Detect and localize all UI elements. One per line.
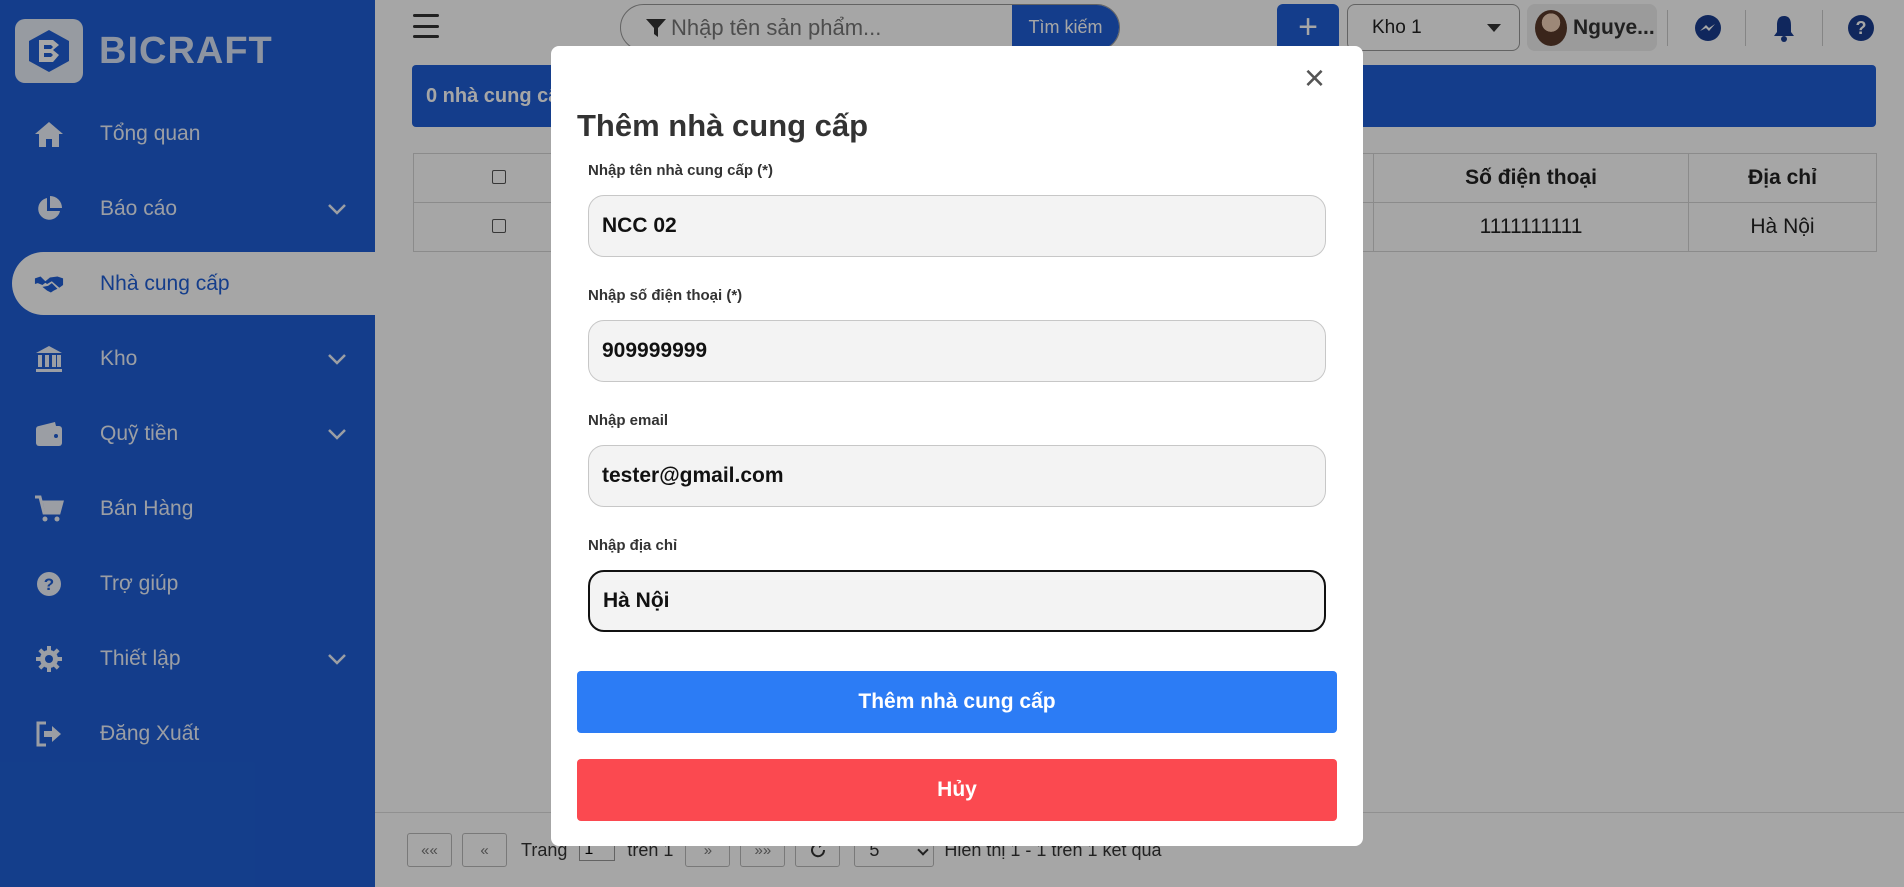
phone-field: Nhập số điện thoại (*) — [588, 287, 1326, 382]
field-label: Nhập tên nhà cung cấp (*) — [588, 162, 774, 179]
field-label: Nhập số điện thoại (*) — [588, 287, 743, 304]
supplier-name-input[interactable] — [588, 195, 1326, 257]
supplier-name-field: Nhập tên nhà cung cấp (*) — [588, 162, 1326, 257]
cancel-button[interactable]: Hủy — [577, 759, 1337, 821]
close-icon[interactable]: × — [1304, 60, 1325, 96]
add-supplier-submit-button[interactable]: Thêm nhà cung cấp — [577, 671, 1337, 733]
field-label: Nhập địa chỉ — [588, 537, 678, 554]
add-supplier-dialog: × Thêm nhà cung cấp Nhập tên nhà cung cấ… — [551, 46, 1363, 846]
email-field: Nhập email — [588, 412, 1326, 507]
dialog-title: Thêm nhà cung cấp — [577, 108, 869, 143]
field-label: Nhập email — [588, 412, 669, 429]
email-input[interactable] — [588, 445, 1326, 507]
phone-input[interactable] — [588, 320, 1326, 382]
address-input[interactable] — [588, 570, 1326, 632]
address-field: Nhập địa chỉ — [588, 537, 1326, 632]
